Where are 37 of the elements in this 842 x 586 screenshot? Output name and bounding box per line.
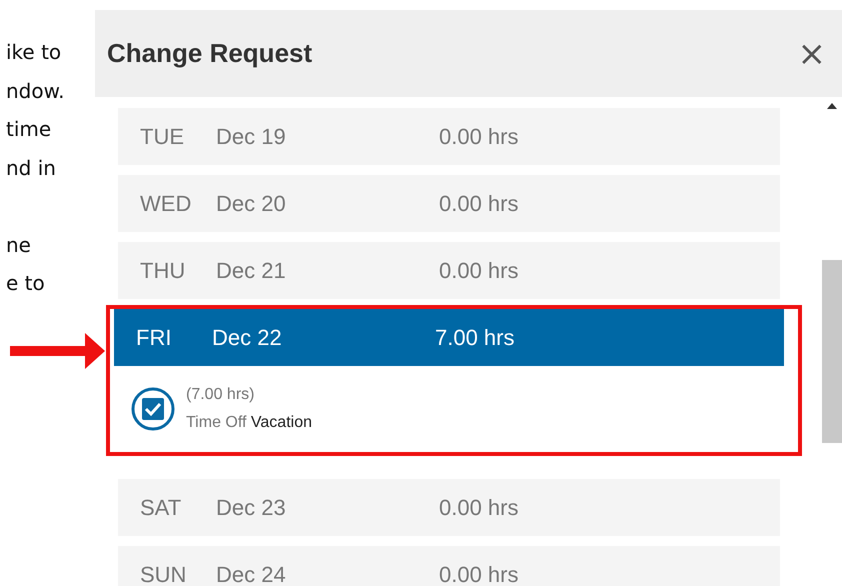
day-date: Dec 23 [216,494,287,520]
day-date: Dec 24 [216,562,287,586]
day-hours: 0.00 hrs [439,258,518,284]
day-name: WED [139,190,192,216]
day-row[interactable]: SUN Dec 24 0.00 hrs [118,546,780,586]
day-hours: 0.00 hrs [439,562,518,586]
close-button[interactable]: × [796,36,828,70]
body-text: e to [5,270,46,297]
day-row[interactable]: SAT Dec 23 0.00 hrs [118,479,780,536]
day-row[interactable]: THU Dec 21 0.00 hrs [118,242,780,299]
checkbox[interactable] [130,386,176,432]
scroll-up-icon[interactable] [827,103,837,109]
day-hours: 0.00 hrs [439,494,518,520]
day-name: SAT [139,494,182,520]
day-name: THU [139,258,186,284]
day-hours: 0.00 hrs [439,190,518,216]
day-name: TUE [139,124,185,150]
day-date: Dec 22 [212,324,283,350]
entry-hours: (7.00 hrs) [186,386,256,404]
entry-type: Time Off Vacation [186,414,312,432]
dialog-title: Change Request [107,38,312,69]
day-hours: 0.00 hrs [439,124,518,150]
day-name: FRI [135,324,172,350]
body-text: ndow. [5,78,66,104]
scrollbar-thumb[interactable] [822,260,842,443]
day-name: SUN [139,562,188,586]
body-text: ike to [5,39,62,66]
day-row[interactable]: TUE Dec 19 0.00 hrs [118,108,780,165]
day-date: Dec 19 [216,124,287,150]
day-hours: 7.00 hrs [435,324,514,350]
day-row[interactable]: WED Dec 20 0.00 hrs [118,175,780,232]
day-date: Dec 21 [216,258,287,284]
day-row[interactable]: FRI Dec 22 7.00 hrs [114,309,784,366]
body-text: ne [5,232,32,258]
body-text: nd in [5,154,57,182]
day-date: Dec 20 [216,190,287,216]
body-text: time [5,116,52,143]
